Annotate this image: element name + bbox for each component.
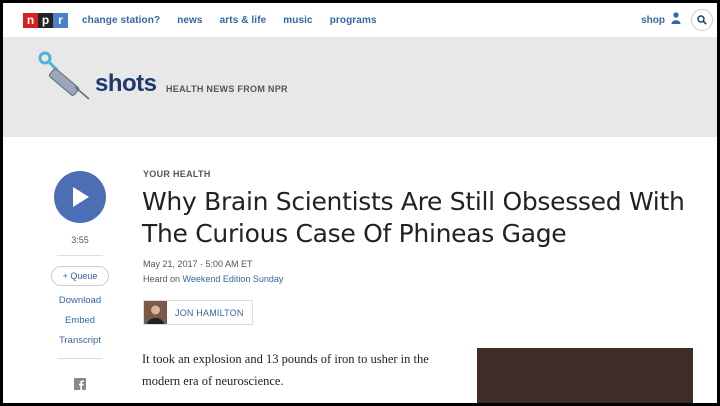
nav-link-programs[interactable]: programs bbox=[330, 15, 377, 26]
npr-logo[interactable]: n p r bbox=[23, 12, 68, 28]
syringe-logo-icon[interactable] bbox=[37, 51, 97, 106]
search-icon bbox=[697, 15, 707, 25]
heard-on-prefix: Heard on bbox=[143, 274, 183, 284]
shots-tagline: HEALTH NEWS FROM NPR bbox=[166, 84, 288, 94]
play-button[interactable] bbox=[54, 171, 106, 223]
nav-link-arts-life[interactable]: arts & life bbox=[220, 15, 267, 26]
transcript-link[interactable]: Transcript bbox=[47, 335, 113, 346]
nav-link-news[interactable]: news bbox=[177, 15, 202, 26]
npr-logo-p: p bbox=[38, 12, 53, 28]
author-byline[interactable]: JON HAMILTON bbox=[143, 300, 253, 325]
author-name[interactable]: JON HAMILTON bbox=[175, 308, 244, 318]
divider bbox=[57, 358, 103, 359]
article-headline: Why Brain Scientists Are Still Obsessed … bbox=[142, 187, 685, 248]
heard-on-show-link[interactable]: Weekend Edition Sunday bbox=[183, 274, 284, 284]
nav-link-music[interactable]: music bbox=[283, 15, 312, 26]
embed-link[interactable]: Embed bbox=[47, 315, 113, 326]
facebook-icon[interactable] bbox=[74, 377, 86, 390]
queue-button[interactable]: + Queue bbox=[51, 266, 109, 286]
user-icon[interactable] bbox=[671, 11, 681, 29]
article-slug[interactable]: YOUR HEALTH bbox=[143, 169, 211, 179]
play-icon bbox=[73, 187, 89, 207]
npr-logo-r: r bbox=[53, 12, 68, 28]
nav-link-change-station[interactable]: change station? bbox=[82, 15, 160, 26]
nav-right: shop bbox=[641, 9, 713, 31]
top-nav: n p r change station? news arts & life m… bbox=[3, 3, 717, 37]
shots-masthead: shots HEALTH NEWS FROM NPR bbox=[3, 37, 717, 137]
shots-brand[interactable]: shots bbox=[95, 70, 157, 98]
article-photo[interactable] bbox=[477, 348, 693, 403]
browser-frame: n p r change station? news arts & life m… bbox=[0, 0, 720, 406]
npr-logo-n: n bbox=[23, 12, 38, 28]
audio-player: 3:55 + Queue Download Embed Transcript bbox=[47, 171, 113, 390]
download-link[interactable]: Download bbox=[47, 295, 113, 306]
audio-duration: 3:55 bbox=[71, 235, 89, 245]
nav-links: change station? news arts & life music p… bbox=[82, 15, 394, 26]
shop-link[interactable]: shop bbox=[641, 15, 665, 26]
article-body: It took an explosion and 13 pounds of ir… bbox=[142, 352, 429, 388]
divider bbox=[57, 255, 103, 256]
search-button[interactable] bbox=[691, 9, 713, 31]
heard-on: Heard on Weekend Edition Sunday bbox=[143, 274, 283, 284]
author-avatar bbox=[144, 301, 167, 324]
article-date: May 21, 2017 · 5:00 AM ET bbox=[143, 259, 253, 269]
